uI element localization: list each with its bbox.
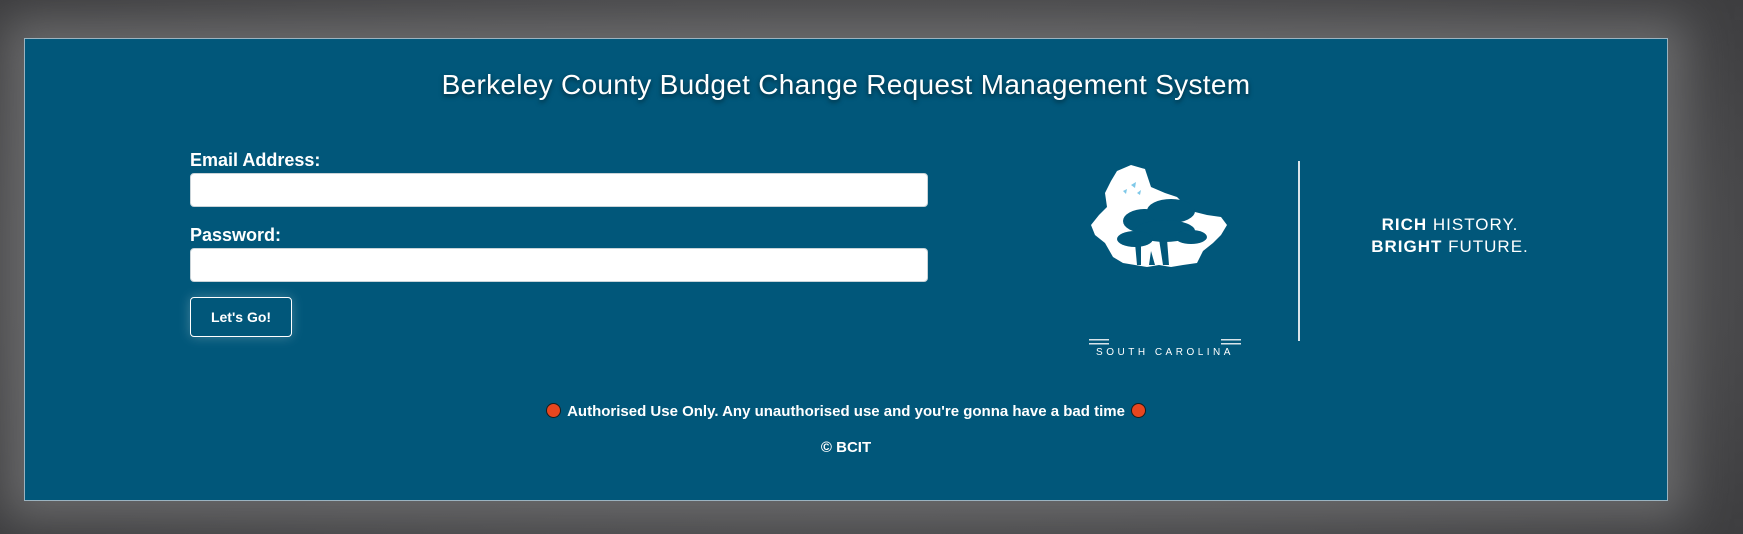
tagline-line-1: RICH HISTORY. xyxy=(1381,215,1519,234)
email-field[interactable] xyxy=(190,173,928,207)
password-field[interactable] xyxy=(190,248,928,282)
logo-divider xyxy=(1298,161,1300,341)
red-dot-icon xyxy=(546,403,562,418)
password-label: Password: xyxy=(190,225,282,245)
login-submit-button[interactable]: Let's Go! xyxy=(190,297,292,337)
county-tagline: RICH HISTORY. BRIGHT FUTURE. xyxy=(1325,214,1575,258)
warning-text: Authorised Use Only. Any unauthorised us… xyxy=(567,403,1125,420)
red-dot-icon xyxy=(1130,403,1146,418)
authorised-use-notice: Authorised Use Only. Any unauthorised us… xyxy=(25,403,1667,420)
copyright-text: © BCIT xyxy=(820,439,872,456)
email-label: Email Address: xyxy=(190,150,321,170)
tagline-line-2: BRIGHT FUTURE. xyxy=(1371,237,1529,256)
page-title: Berkeley County Budget Change Request Ma… xyxy=(441,69,1251,100)
logo-caption: SOUTH CAROLINA xyxy=(1096,347,1234,358)
login-panel: Berkeley County Budget Change Request Ma… xyxy=(24,38,1668,501)
berkeley-county-seal-icon xyxy=(1079,143,1251,355)
